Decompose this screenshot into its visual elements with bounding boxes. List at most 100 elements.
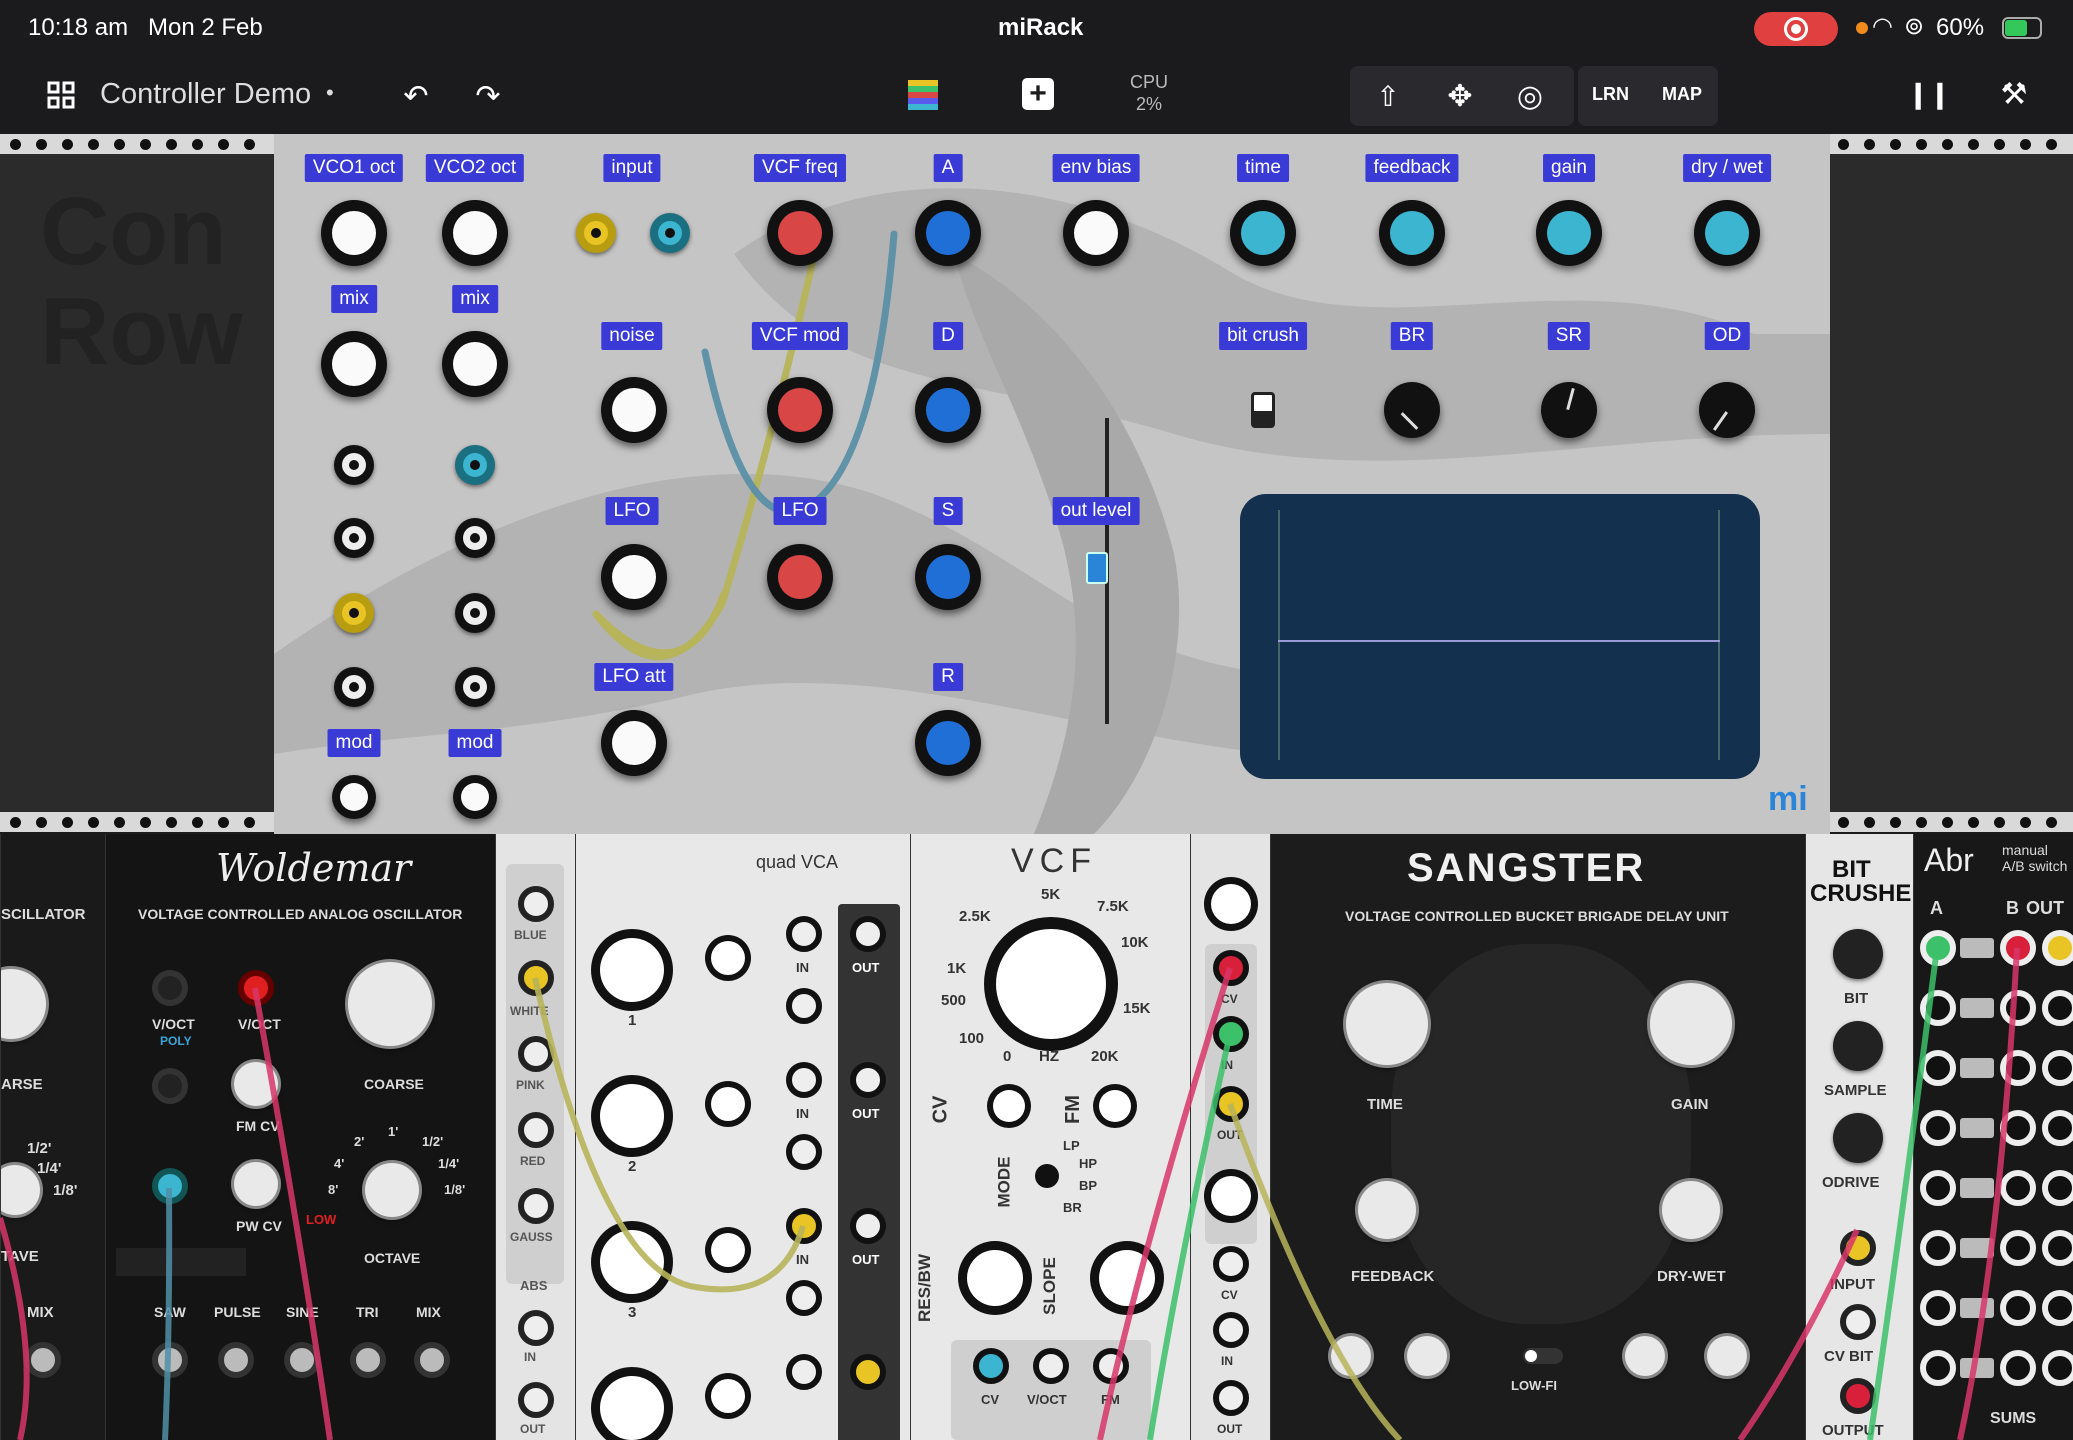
- screen-record-indicator[interactable]: [1754, 12, 1838, 46]
- vca-2-in-jack[interactable]: [786, 1062, 822, 1098]
- abr-row5-switch[interactable]: [1960, 1178, 1994, 1198]
- vca-1-cv-jack[interactable]: [786, 988, 822, 1024]
- vcf-slope-knob[interactable]: [1099, 1250, 1155, 1306]
- jack-1d[interactable]: [334, 667, 374, 707]
- bitcrusher-cv-bit-jack[interactable]: [1840, 1304, 1876, 1340]
- lfo-att-knob[interactable]: [601, 710, 667, 776]
- vca-3-gain-knob[interactable]: [600, 1230, 664, 1294]
- redo-icon[interactable]: ↷: [470, 78, 506, 114]
- red-jack[interactable]: [518, 1112, 554, 1148]
- learn-button[interactable]: LRN: [1592, 84, 1629, 105]
- vca-4-cv-knob[interactable]: [711, 1379, 745, 1413]
- white-jack[interactable]: [518, 960, 554, 996]
- abr-row8-out-jack[interactable]: [2042, 1350, 2073, 1386]
- abr-row7-switch[interactable]: [1960, 1298, 1994, 1318]
- time-knob[interactable]: [1230, 200, 1296, 266]
- delay-gain-cv-knob[interactable]: [1625, 1336, 1665, 1376]
- lfo-1-knob[interactable]: [601, 544, 667, 610]
- undo-icon[interactable]: ↶: [398, 78, 434, 114]
- delay-feedback-cv-knob[interactable]: [1407, 1336, 1447, 1376]
- left-mix-jack[interactable]: [25, 1342, 61, 1378]
- abr-row2-a-jack[interactable]: [1920, 990, 1956, 1026]
- abr-row1-a-jack[interactable]: [1920, 930, 1956, 966]
- vcf-voct-jack[interactable]: [1033, 1348, 1069, 1384]
- vca-3-in-jack-yellow[interactable]: [786, 1208, 822, 1244]
- small-out-jack-yellow[interactable]: [1213, 1086, 1249, 1122]
- small-knob-top[interactable]: [1211, 884, 1251, 924]
- mix-2-knob[interactable]: [442, 331, 508, 397]
- voct-1-jack[interactable]: [152, 970, 188, 1006]
- low-fi-switch[interactable]: [1523, 1348, 1563, 1364]
- pw-cv-knob[interactable]: [234, 1162, 278, 1206]
- abr-row2-switch[interactable]: [1960, 998, 1994, 1018]
- env-bias-knob[interactable]: [1063, 200, 1129, 266]
- abr-row1-b-jack[interactable]: [2000, 930, 2036, 966]
- vca-4-gain-knob[interactable]: [600, 1376, 664, 1440]
- patch-name[interactable]: Controller Demo: [100, 78, 311, 111]
- octave-knob[interactable]: [365, 1163, 419, 1217]
- map-button[interactable]: MAP: [1662, 84, 1702, 105]
- vcf-mod-knob[interactable]: [767, 377, 833, 443]
- vca-1-out-jack[interactable]: [850, 916, 886, 952]
- abr-row2-out-jack[interactable]: [2042, 990, 2073, 1026]
- tri-jack[interactable]: [350, 1342, 386, 1378]
- vca-2-cv-jack[interactable]: [786, 1134, 822, 1170]
- blue-jack[interactable]: [518, 886, 554, 922]
- vcf-fm-knob[interactable]: [1099, 1090, 1131, 1122]
- abr-row5-out-jack[interactable]: [2042, 1170, 2073, 1206]
- small-in-jack-2[interactable]: [1213, 1312, 1249, 1348]
- small-cv-jack-2[interactable]: [1213, 1246, 1249, 1282]
- vca-4-out-jack-yellow[interactable]: [850, 1354, 886, 1390]
- attack-knob[interactable]: [915, 200, 981, 266]
- decay-knob[interactable]: [915, 377, 981, 443]
- sample-knob[interactable]: [1833, 1021, 1883, 1071]
- small-knob-bottom[interactable]: [1211, 1176, 1251, 1216]
- fm-cv-knob[interactable]: [234, 1062, 278, 1106]
- vca-3-cv-jack[interactable]: [786, 1280, 822, 1316]
- odrive-knob[interactable]: [1833, 1113, 1883, 1163]
- vcf-frequency-knob[interactable]: [996, 929, 1106, 1039]
- small-cv-jack-red[interactable]: [1213, 950, 1249, 986]
- abr-row5-b-jack[interactable]: [2000, 1170, 2036, 1206]
- abr-row7-a-jack[interactable]: [1920, 1290, 1956, 1326]
- abr-row6-switch[interactable]: [1960, 1238, 1994, 1258]
- jack-2b[interactable]: [455, 518, 495, 558]
- pulse-jack[interactable]: [218, 1342, 254, 1378]
- vca-2-cv-knob[interactable]: [711, 1087, 745, 1121]
- jack-1a[interactable]: [334, 445, 374, 485]
- small-out-jack-2[interactable]: [1213, 1380, 1249, 1416]
- saw-jack[interactable]: [152, 1342, 188, 1378]
- coarse-knob[interactable]: [348, 962, 432, 1046]
- vco2-oct-knob[interactable]: [442, 200, 508, 266]
- vca-2-out-jack[interactable]: [850, 1062, 886, 1098]
- vcf-resonance-knob[interactable]: [967, 1250, 1023, 1306]
- vca-2-gain-knob[interactable]: [600, 1084, 664, 1148]
- vca-3-cv-knob[interactable]: [711, 1233, 745, 1267]
- abr-row6-b-jack[interactable]: [2000, 1230, 2036, 1266]
- out-level-slider-handle[interactable]: [1086, 552, 1108, 584]
- target-icon[interactable]: ◎: [1512, 78, 1548, 114]
- abs-in-jack[interactable]: [518, 1310, 554, 1346]
- bitcrusher-input-jack[interactable]: [1840, 1230, 1876, 1266]
- jack-2a-teal[interactable]: [455, 445, 495, 485]
- abr-row4-a-jack[interactable]: [1920, 1110, 1956, 1146]
- left-octave-knob[interactable]: [1, 1165, 40, 1215]
- vca-3-out-jack[interactable]: [850, 1208, 886, 1244]
- abr-row1-switch[interactable]: [1960, 938, 1994, 958]
- voct-2-jack[interactable]: [238, 970, 274, 1006]
- sr-knob[interactable]: [1541, 382, 1597, 438]
- mod-1-knob[interactable]: [332, 775, 376, 819]
- vcf-cv-jack[interactable]: [973, 1348, 1009, 1384]
- sine-jack[interactable]: [284, 1342, 320, 1378]
- abr-row1-out-jack[interactable]: [2042, 930, 2073, 966]
- vco1-oct-knob[interactable]: [321, 200, 387, 266]
- vca-1-cv-knob[interactable]: [711, 941, 745, 975]
- delay-drywet-cv-knob[interactable]: [1707, 1336, 1747, 1376]
- jack-1c-yellow[interactable]: [334, 593, 374, 633]
- gain-knob[interactable]: [1536, 200, 1602, 266]
- vcf-freq-knob[interactable]: [767, 200, 833, 266]
- bitcrusher-output-jack[interactable]: [1840, 1378, 1876, 1414]
- abr-row3-a-jack[interactable]: [1920, 1050, 1956, 1086]
- cable-colors-icon[interactable]: [908, 80, 938, 110]
- pause-icon[interactable]: ❙❙: [1907, 76, 1951, 112]
